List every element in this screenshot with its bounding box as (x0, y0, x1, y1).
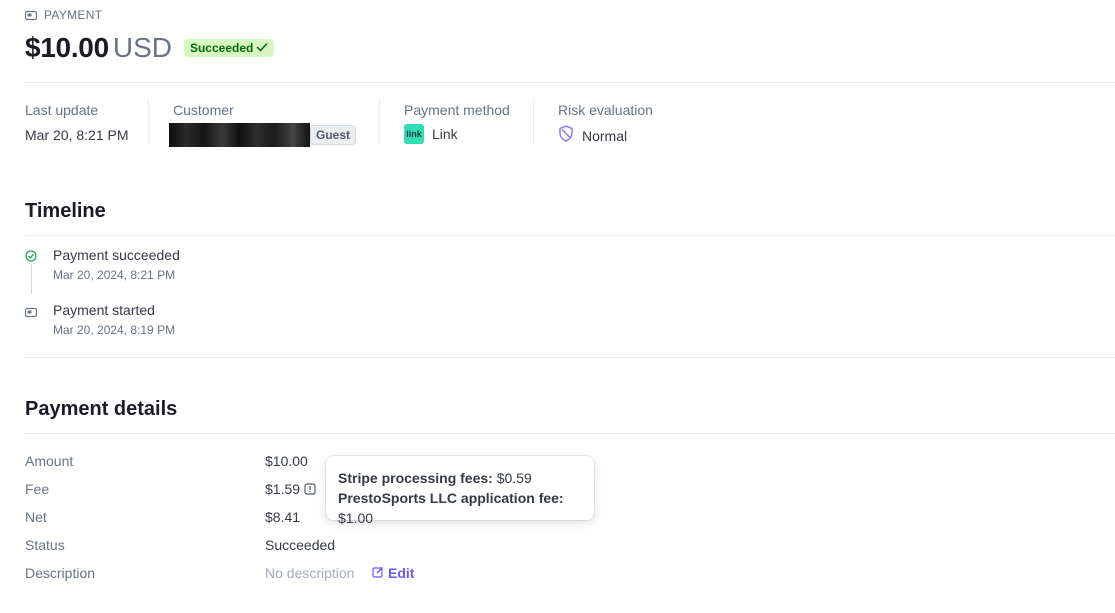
info-icon[interactable] (304, 482, 316, 500)
summary-divider (148, 98, 149, 144)
detail-value-description: No description (265, 565, 355, 581)
edit-label: Edit (388, 565, 415, 581)
detail-value-status: Succeeded (265, 537, 336, 553)
last-update-label: Last update (25, 102, 99, 118)
summary-divider (379, 98, 380, 144)
risk-level: Normal (582, 128, 628, 144)
customer-redacted (169, 123, 310, 147)
application-fee-value: $1.00 (338, 510, 374, 526)
status-badge: Succeeded (183, 39, 275, 57)
tooltip-line: Stripe processing fees: $0.59 (338, 468, 582, 488)
detail-label-status: Status (25, 537, 65, 553)
payment-method-label: Payment method (404, 102, 510, 118)
page-kicker-label: PAYMENT (44, 8, 103, 22)
shield-icon (558, 125, 574, 147)
detail-value-net: $8.41 (265, 509, 301, 525)
pencil-icon (372, 565, 384, 581)
guest-badge: Guest (310, 125, 357, 145)
application-fee-label: PrestoSports LLC application fee: (338, 490, 564, 506)
payment-details-title: Payment details (25, 398, 178, 420)
timeline-event-title: Payment started (53, 302, 155, 318)
payment-method-name: Link (432, 126, 458, 142)
payment-details-divider (25, 433, 1115, 434)
check-icon (256, 41, 268, 55)
page-kicker: PAYMENT (25, 8, 102, 22)
link-icon: link (404, 124, 424, 144)
last-update-value: Mar 20, 8:21 PM (25, 127, 129, 143)
customer-value[interactable]: Guest (169, 123, 357, 147)
status-badge-label: Succeeded (189, 41, 254, 55)
detail-value-fee: $1.59 (265, 481, 301, 497)
fee-breakdown-tooltip: Stripe processing fees: $0.59 PrestoSpor… (326, 456, 594, 526)
detail-label-amount: Amount (25, 453, 74, 469)
section-divider (25, 357, 1115, 358)
detail-value-amount: $10.00 (265, 453, 308, 469)
timeline-event-time: Mar 20, 2024, 8:19 PM (53, 323, 176, 337)
timeline-event-title: Payment succeeded (53, 247, 180, 263)
timeline-title: Timeline (25, 200, 106, 222)
detail-label-fee: Fee (25, 481, 50, 497)
detail-label-net: Net (25, 509, 47, 525)
payment-amount: $10.00 USD Succeeded (25, 32, 275, 64)
amount-currency: USD (112, 32, 172, 63)
tooltip-line: PrestoSports LLC application fee: $1.00 (338, 488, 582, 528)
stripe-fee-value: $0.59 (496, 470, 532, 486)
timeline-event-time: Mar 20, 2024, 8:21 PM (53, 268, 176, 282)
stripe-fee-label: Stripe processing fees: (338, 470, 493, 486)
summary-divider (533, 98, 534, 144)
card-icon (24, 305, 38, 323)
risk-evaluation-value[interactable]: Normal (558, 125, 627, 147)
detail-label-description: Description (25, 565, 96, 581)
payment-method-value[interactable]: link Link (404, 124, 458, 144)
risk-evaluation-label: Risk evaluation (558, 102, 653, 118)
header-divider (25, 82, 1115, 83)
timeline-divider (25, 235, 1115, 236)
customer-label: Customer (173, 102, 234, 118)
timeline-connector (31, 264, 32, 294)
edit-description-button[interactable]: Edit (372, 565, 414, 581)
amount-value: $10.00 (25, 32, 109, 63)
card-icon (25, 10, 38, 21)
